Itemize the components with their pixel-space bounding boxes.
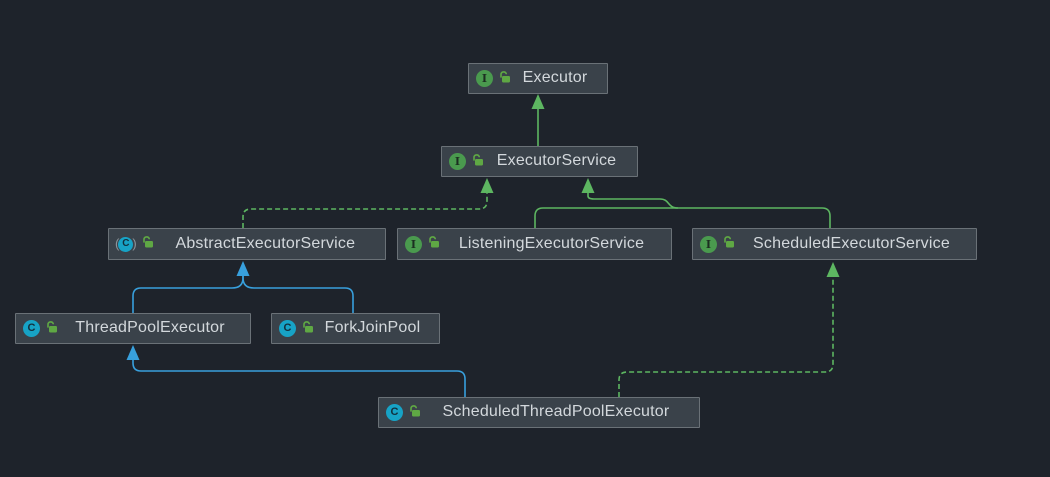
public-lock-icon (301, 320, 314, 338)
public-lock-icon (408, 404, 421, 422)
class-icon: C (118, 237, 133, 252)
edge-scheduledthreadpool-implements-scheduledexecutorservice (619, 277, 833, 397)
public-lock-icon (141, 235, 154, 253)
node-icons: I (449, 153, 484, 171)
node-executor[interactable]: I Executor (468, 63, 608, 94)
diagram-canvas[interactable]: I ExecutorI ExecutorService(C) AbstractE… (0, 0, 1050, 477)
class-icon: C (386, 404, 403, 421)
node-icons: C (279, 320, 314, 338)
class-icon: C (23, 320, 40, 337)
edge-scheduledthreadpool-extends-threadpool (133, 360, 465, 397)
public-lock-icon (498, 70, 511, 88)
edge-trunk-stem-extends-executorservice-arrowhead (582, 178, 595, 193)
edge-executorservice-extends-executor-arrowhead (532, 94, 545, 109)
abstract-paren: ) (132, 236, 136, 251)
edge-threadpoolexecutor-extends-abstract (133, 275, 243, 313)
node-label: AbstractExecutorService (154, 235, 377, 254)
interface-icon: I (476, 70, 493, 87)
node-icons: I (405, 235, 440, 253)
abstract-class-icon: (C) (116, 237, 136, 252)
node-icons: I (476, 70, 511, 88)
node-label: ScheduledExecutorService (735, 235, 968, 254)
edge-listening-scheduled-trunk (535, 208, 830, 228)
edge-trunk-stem-extends-executorservice (588, 192, 678, 208)
node-label: ScheduledThreadPoolExecutor (421, 403, 691, 422)
node-label: ListeningExecutorService (440, 235, 663, 254)
node-label: ThreadPoolExecutor (58, 319, 242, 338)
node-executor-service[interactable]: I ExecutorService (441, 146, 638, 177)
node-scheduled-thread-pool-executor[interactable]: C ScheduledThreadPoolExecutor (378, 397, 700, 428)
node-abstract-executor-service[interactable]: (C) AbstractExecutorService (108, 228, 386, 260)
node-fork-join-pool[interactable]: C ForkJoinPool (271, 313, 440, 344)
node-icons: I (700, 235, 735, 253)
edge-forkjoinpool-extends-abstract (243, 275, 353, 313)
edge-abstractexecutorservice-implements-executorservice-arrowhead (481, 178, 494, 193)
edge-abstractexecutorservice-implements-executorservice (243, 192, 487, 228)
node-label: ForkJoinPool (314, 319, 431, 338)
node-icons: (C) (116, 235, 154, 253)
node-icons: C (386, 404, 421, 422)
public-lock-icon (45, 320, 58, 338)
interface-icon: I (405, 236, 422, 253)
edge-scheduledthreadpool-extends-threadpool-arrowhead (127, 345, 140, 360)
abstract-paren: ( (115, 236, 119, 251)
node-label: ExecutorService (484, 152, 629, 171)
edge-threadpoolexecutor-extends-abstract-arrowhead (237, 261, 250, 276)
interface-icon: I (700, 236, 717, 253)
class-icon: C (279, 320, 296, 337)
public-lock-icon (471, 153, 484, 171)
interface-icon: I (449, 153, 466, 170)
public-lock-icon (722, 235, 735, 253)
node-scheduled-executor-service[interactable]: I ScheduledExecutorService (692, 228, 977, 260)
node-icons: C (23, 320, 58, 338)
node-thread-pool-executor[interactable]: C ThreadPoolExecutor (15, 313, 251, 344)
edge-scheduledthreadpool-implements-scheduledexecutorservice-arrowhead (827, 262, 840, 277)
node-label: Executor (511, 69, 599, 88)
public-lock-icon (427, 235, 440, 253)
node-listening-executor-service[interactable]: I ListeningExecutorService (397, 228, 672, 260)
